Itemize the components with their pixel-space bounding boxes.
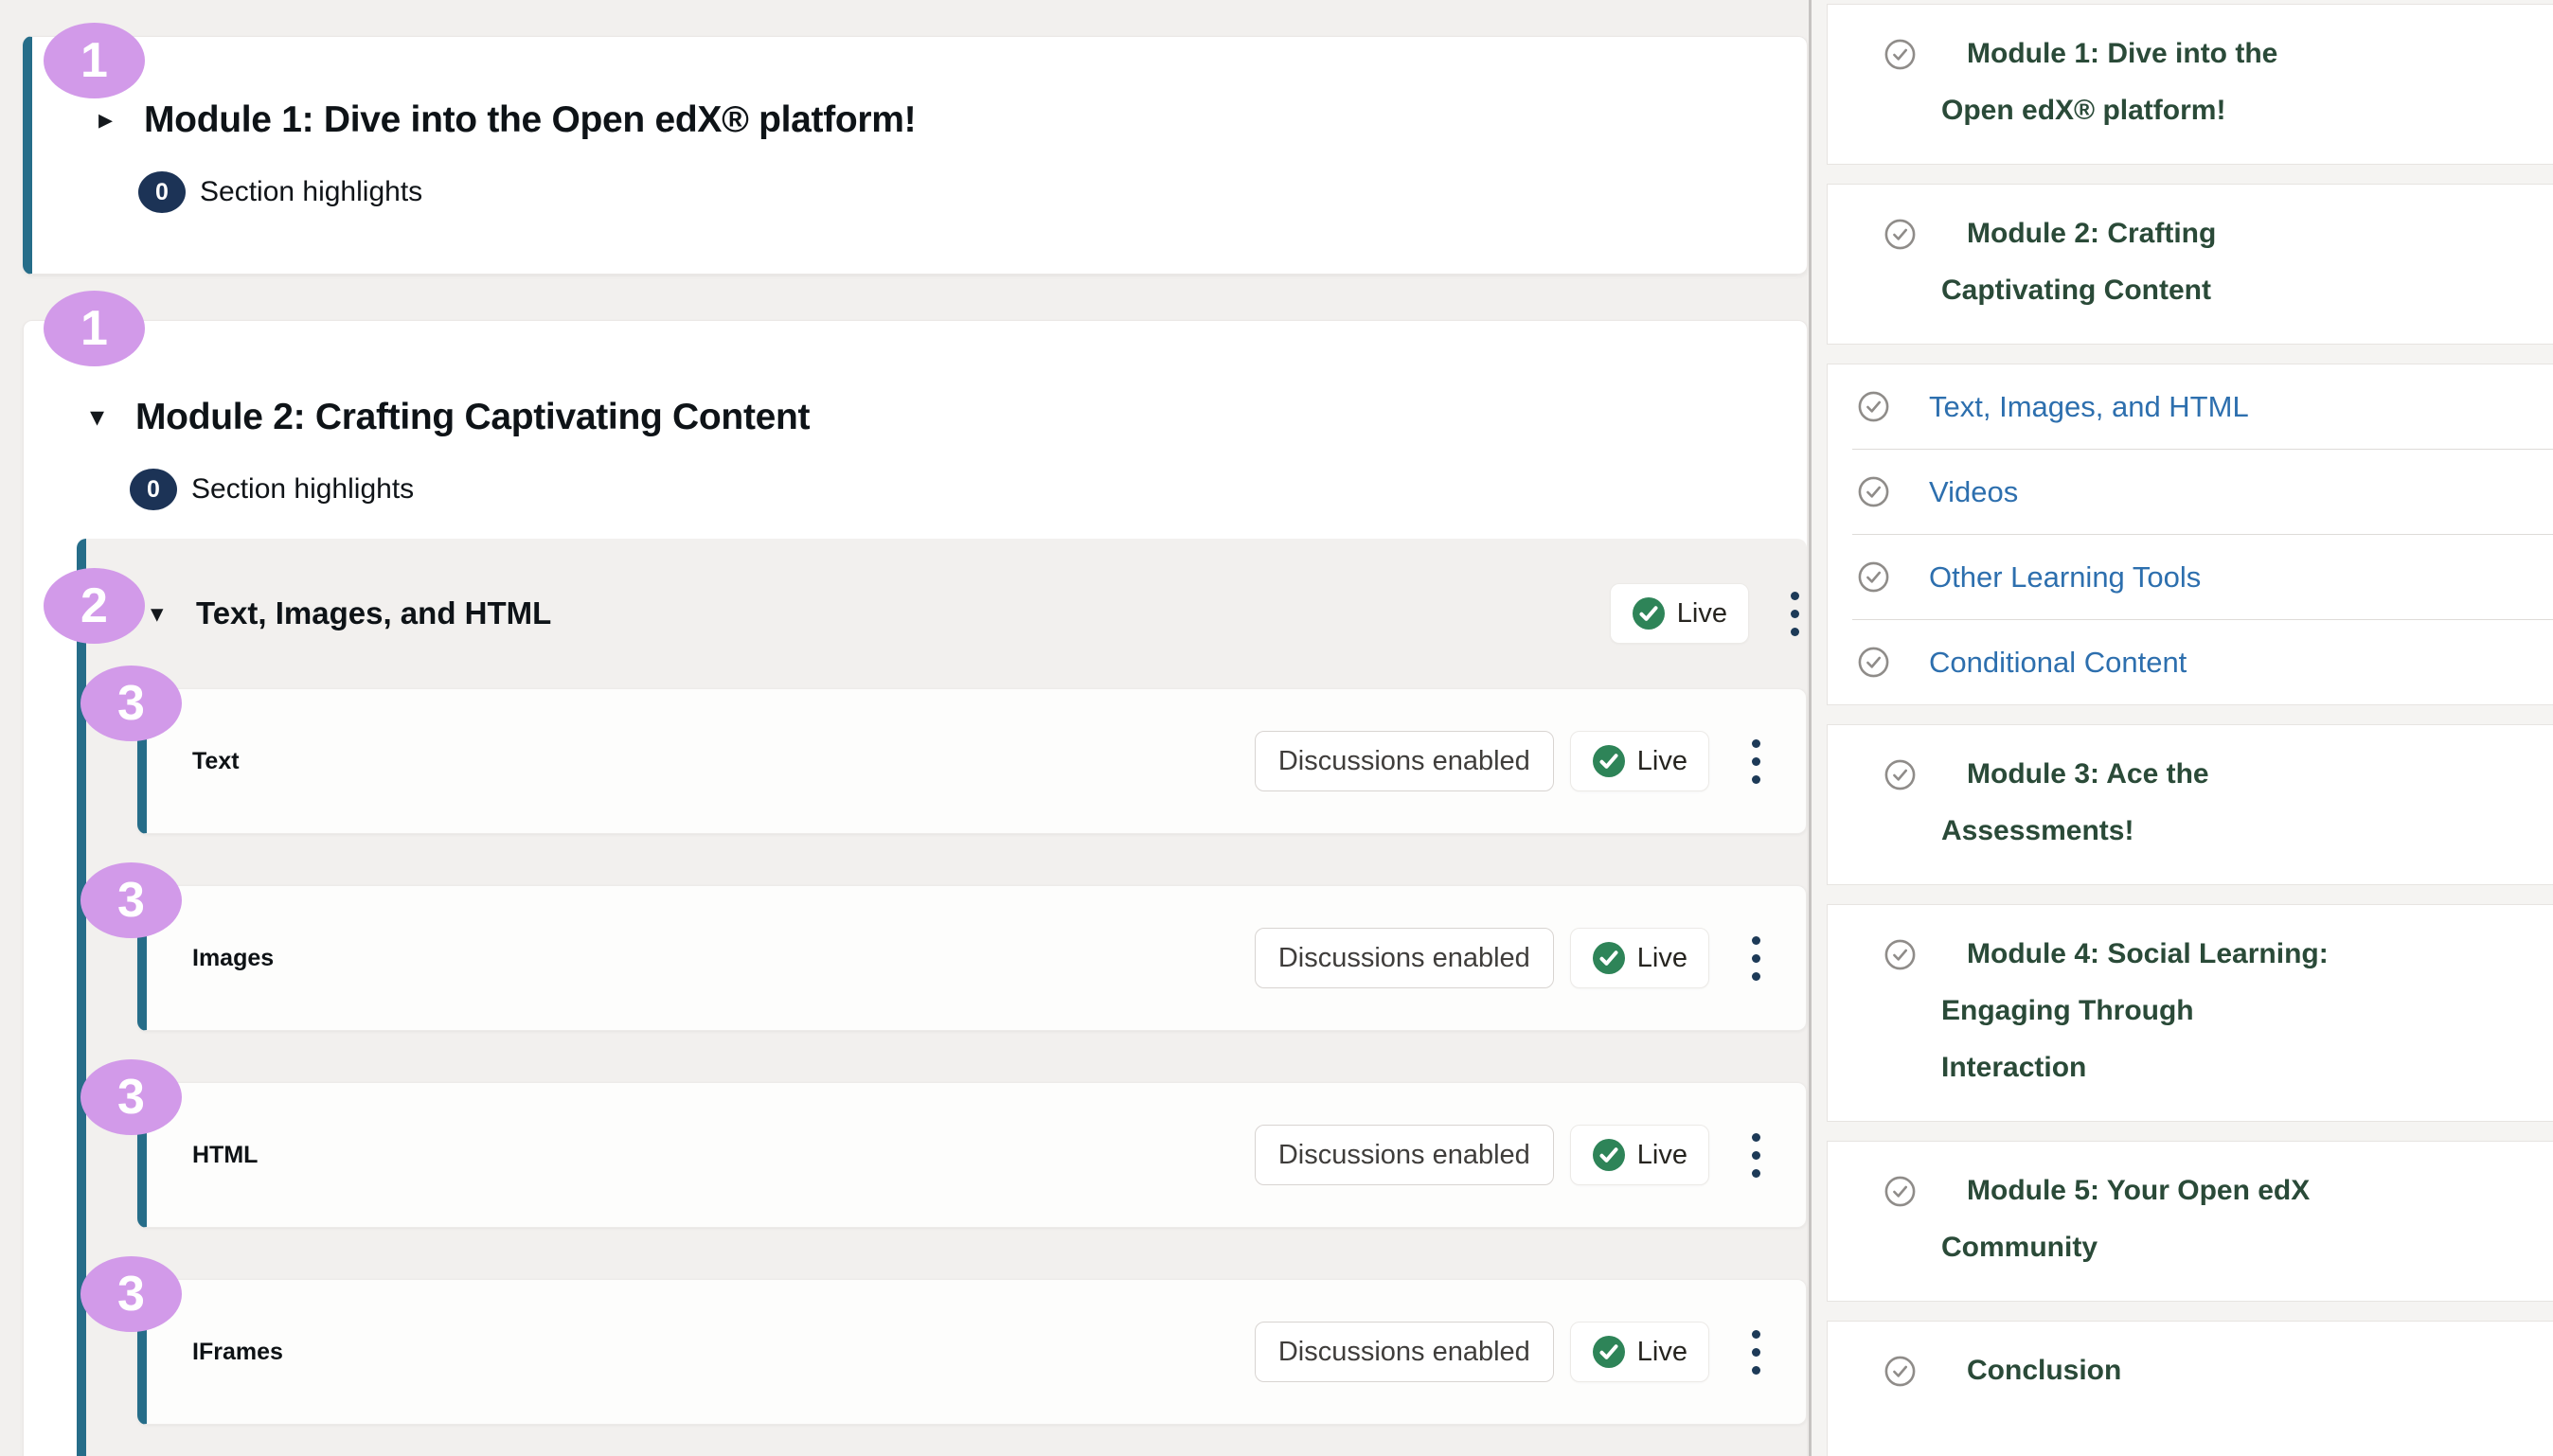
discussions-enabled-badge: Discussions enabled bbox=[1255, 1322, 1554, 1382]
collapse-subsection-caret-icon[interactable]: ▾ bbox=[151, 599, 181, 628]
subsection-status-label: Live bbox=[1677, 598, 1727, 630]
unit-kebab-menu-icon[interactable] bbox=[1748, 1326, 1764, 1378]
sidebar-item-module-2[interactable]: Module 2: Crafting Captivating Content bbox=[1827, 184, 2553, 345]
sidebar-module-label: Conclusion bbox=[1941, 1342, 2330, 1399]
annotation-mark: 2 bbox=[44, 568, 145, 644]
unit-actions: Discussions enabled Live bbox=[1255, 731, 1764, 791]
sidebar-item-module-5[interactable]: Module 5: Your Open edX Community bbox=[1827, 1141, 2553, 1302]
unit-title[interactable]: HTML bbox=[192, 1142, 258, 1169]
highlights-count-badge: 0 bbox=[130, 469, 177, 510]
unit-title[interactable]: Text bbox=[192, 748, 240, 775]
sidebar-module-label: Module 2: Crafting Captivating Content bbox=[1941, 205, 2330, 319]
unit-status-badge: Live bbox=[1570, 1125, 1709, 1185]
unit-status-badge: Live bbox=[1570, 731, 1709, 791]
unit-status-badge: Live bbox=[1570, 1322, 1709, 1382]
outline-sidebar: Module 1: Dive into the Open edX® platfo… bbox=[1812, 0, 2553, 1456]
sidebar-subsection-links: Text, Images, and HTML Videos Other Lear… bbox=[1827, 364, 2553, 705]
unit-status-label: Live bbox=[1637, 1337, 1687, 1368]
subsection-status-badge: Live bbox=[1610, 583, 1749, 644]
unit-actions: Discussions enabled Live bbox=[1255, 1322, 1764, 1382]
unit-kebab-menu-icon[interactable] bbox=[1748, 736, 1764, 788]
sidebar-item-module-1[interactable]: Module 1: Dive into the Open edX® platfo… bbox=[1827, 4, 2553, 165]
unit-kebab-menu-icon[interactable] bbox=[1748, 1129, 1764, 1181]
sidebar-link-label[interactable]: Other Learning Tools bbox=[1929, 560, 2201, 595]
sidebar-link-label[interactable]: Text, Images, and HTML bbox=[1929, 390, 2249, 424]
sidebar-module-label: Module 5: Your Open edX Community bbox=[1941, 1163, 2330, 1276]
completion-check-icon bbox=[1884, 219, 1916, 250]
subsection-header[interactable]: ▾ Text, Images, and HTML Live bbox=[86, 539, 1807, 688]
unit-title[interactable]: IFrames bbox=[192, 1339, 283, 1366]
live-check-icon bbox=[1592, 1335, 1626, 1369]
live-check-icon bbox=[1592, 1138, 1626, 1172]
section-1-header[interactable]: ▸ Module 1: Dive into the Open edX® plat… bbox=[32, 98, 1807, 143]
annotation-mark: 3 bbox=[80, 1256, 182, 1332]
annotation-mark: 3 bbox=[80, 666, 182, 741]
live-check-icon bbox=[1632, 596, 1666, 630]
section-1-highlights-button[interactable]: 0 Section highlights bbox=[138, 171, 422, 213]
unit-card-text: Text Discussions enabled Live bbox=[137, 688, 1807, 834]
sidebar-link-other-learning-tools[interactable]: Other Learning Tools bbox=[1828, 535, 2553, 619]
completion-check-icon bbox=[1884, 39, 1916, 70]
completion-check-icon bbox=[1884, 939, 1916, 970]
live-check-icon bbox=[1592, 941, 1626, 975]
unit-status-label: Live bbox=[1637, 746, 1687, 777]
unit-title[interactable]: Images bbox=[192, 945, 274, 972]
section-card-module-2: ▾ Module 2: Crafting Captivating Content… bbox=[23, 320, 1808, 1456]
completion-check-icon bbox=[1858, 476, 1889, 507]
highlights-label: Section highlights bbox=[200, 176, 422, 208]
collapse-section-caret-icon[interactable]: ▾ bbox=[90, 403, 120, 432]
section-2-header[interactable]: ▾ Module 2: Crafting Captivating Content bbox=[24, 395, 1807, 440]
section-2-highlights-button[interactable]: 0 Section highlights bbox=[130, 469, 414, 510]
outline-main: ▸ Module 1: Dive into the Open edX® plat… bbox=[0, 0, 1812, 1456]
highlights-count-badge: 0 bbox=[138, 171, 186, 213]
sidebar-link-conditional-content[interactable]: Conditional Content bbox=[1828, 620, 2553, 704]
discussions-enabled-badge: Discussions enabled bbox=[1255, 731, 1554, 791]
annotation-mark: 3 bbox=[80, 1059, 182, 1135]
studio-course-outline-page: ▸ Module 1: Dive into the Open edX® plat… bbox=[0, 0, 2553, 1456]
unit-card-iframes: IFrames Discussions enabled Live bbox=[137, 1279, 1807, 1425]
unit-status-label: Live bbox=[1637, 943, 1687, 974]
section-2-title[interactable]: Module 2: Crafting Captivating Content bbox=[135, 395, 810, 440]
discussions-enabled-badge: Discussions enabled bbox=[1255, 928, 1554, 988]
annotation-mark: 1 bbox=[44, 291, 145, 366]
sidebar-module-label: Module 3: Ace the Assessments! bbox=[1941, 746, 2330, 860]
sidebar-link-label[interactable]: Videos bbox=[1929, 475, 2018, 509]
sidebar-link-videos[interactable]: Videos bbox=[1828, 450, 2553, 534]
completion-check-icon bbox=[1858, 561, 1889, 593]
annotation-mark: 3 bbox=[80, 862, 182, 938]
live-check-icon bbox=[1592, 744, 1626, 778]
unit-card-images: Images Discussions enabled Live bbox=[137, 885, 1807, 1031]
completion-check-icon bbox=[1858, 391, 1889, 422]
unit-actions: Discussions enabled Live bbox=[1255, 1125, 1764, 1185]
unit-status-badge: Live bbox=[1570, 928, 1709, 988]
sidebar-link-text-images-html[interactable]: Text, Images, and HTML bbox=[1828, 364, 2553, 449]
subsection-header-actions: Live bbox=[1610, 583, 1803, 644]
annotation-mark: 1 bbox=[44, 23, 145, 98]
completion-check-icon bbox=[1858, 647, 1889, 678]
section-card-module-1: ▸ Module 1: Dive into the Open edX® plat… bbox=[23, 36, 1808, 275]
unit-kebab-menu-icon[interactable] bbox=[1748, 932, 1764, 985]
section-1-title[interactable]: Module 1: Dive into the Open edX® platfo… bbox=[144, 98, 916, 143]
sidebar-link-label[interactable]: Conditional Content bbox=[1929, 646, 2187, 680]
sidebar-item-conclusion[interactable]: Conclusion bbox=[1827, 1321, 2553, 1456]
discussions-enabled-badge: Discussions enabled bbox=[1255, 1125, 1554, 1185]
subsection-title[interactable]: Text, Images, and HTML bbox=[196, 595, 551, 631]
completion-check-icon bbox=[1884, 759, 1916, 790]
sidebar-item-module-3[interactable]: Module 3: Ace the Assessments! bbox=[1827, 724, 2553, 885]
subsection-card: ▾ Text, Images, and HTML Live bbox=[77, 539, 1807, 1456]
unit-actions: Discussions enabled Live bbox=[1255, 928, 1764, 988]
subsection-kebab-menu-icon[interactable] bbox=[1787, 588, 1803, 640]
sidebar-module-label: Module 4: Social Learning: Engaging Thro… bbox=[1941, 926, 2330, 1096]
unit-card-html: HTML Discussions enabled Live bbox=[137, 1082, 1807, 1228]
sidebar-module-label: Module 1: Dive into the Open edX® platfo… bbox=[1941, 26, 2330, 139]
highlights-label: Section highlights bbox=[191, 473, 414, 506]
expand-section-caret-icon[interactable]: ▸ bbox=[98, 106, 129, 134]
completion-check-icon bbox=[1884, 1356, 1916, 1387]
completion-check-icon bbox=[1884, 1176, 1916, 1207]
sidebar-item-module-4[interactable]: Module 4: Social Learning: Engaging Thro… bbox=[1827, 904, 2553, 1122]
unit-status-label: Live bbox=[1637, 1140, 1687, 1171]
